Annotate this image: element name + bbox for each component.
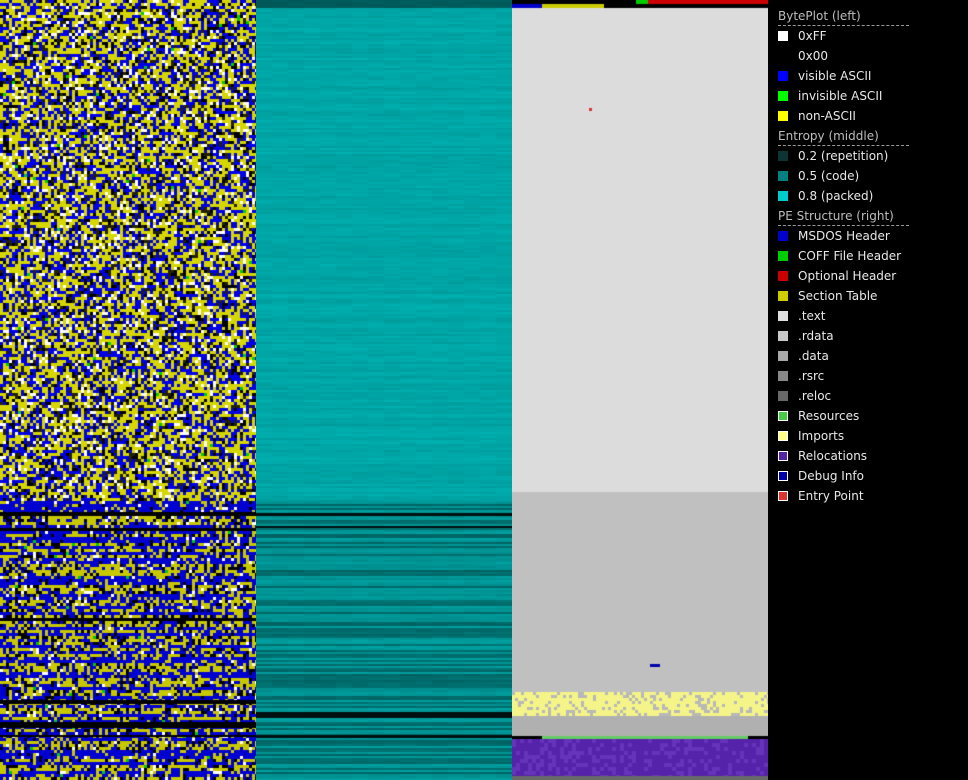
- legend-item: .data: [778, 346, 958, 366]
- legend-item-label: .reloc: [798, 389, 832, 403]
- legend-swatch: [778, 411, 788, 421]
- legend-item: non-ASCII: [778, 106, 958, 126]
- legend-item: .rdata: [778, 326, 958, 346]
- legend-item: 0.5 (code): [778, 166, 958, 186]
- entropy-panel: [256, 0, 512, 780]
- legend-item-label: Imports: [798, 429, 845, 443]
- legend-swatch: [778, 431, 788, 441]
- legend-item: 0x00: [778, 46, 958, 66]
- legend-item: MSDOS Header: [778, 226, 958, 246]
- legend-item-label: Entry Point: [798, 489, 864, 503]
- legend-section-title: BytePlot (left): [778, 6, 909, 26]
- legend-item-label: .data: [798, 349, 829, 363]
- legend-item: Section Table: [778, 286, 958, 306]
- legend-item-label: Optional Header: [798, 269, 897, 283]
- legend-item-label: Debug Info: [798, 469, 864, 483]
- pe-structure-canvas: [512, 0, 768, 780]
- legend-swatch: [778, 111, 788, 121]
- legend-item-label: 0.2 (repetition): [798, 149, 889, 163]
- byteplot-canvas: [0, 0, 256, 780]
- legend-item-label: invisible ASCII: [798, 89, 883, 103]
- legend-swatch: [778, 171, 788, 181]
- legend-item-label: 0.8 (packed): [798, 189, 874, 203]
- legend-swatch: [778, 191, 788, 201]
- legend-item-label: COFF File Header: [798, 249, 902, 263]
- legend-swatch: [778, 291, 788, 301]
- legend-item-label: .rdata: [798, 329, 834, 343]
- legend-item: Entry Point: [778, 486, 958, 506]
- legend-swatch: [778, 371, 788, 381]
- legend-item: 0xFF: [778, 26, 958, 46]
- byteplot-panel: [0, 0, 256, 780]
- legend-section-title: PE Structure (right): [778, 206, 909, 226]
- legend-item-label: 0x00: [798, 49, 829, 63]
- legend-item: .reloc: [778, 386, 958, 406]
- legend-item: invisible ASCII: [778, 86, 958, 106]
- legend-swatch: [778, 151, 788, 161]
- legend-item: COFF File Header: [778, 246, 958, 266]
- legend-swatch: [778, 51, 788, 61]
- legend-item: 0.2 (repetition): [778, 146, 958, 166]
- legend-item: Resources: [778, 406, 958, 426]
- legend-swatch: [778, 231, 788, 241]
- entropy-canvas: [256, 0, 512, 780]
- legend-item-label: .text: [798, 309, 826, 323]
- legend-item: Relocations: [778, 446, 958, 466]
- legend-swatch: [778, 331, 788, 341]
- pe-structure-panel: [512, 0, 768, 780]
- legend-swatch: [778, 451, 788, 461]
- legend-item-label: MSDOS Header: [798, 229, 890, 243]
- legend-swatch: [778, 391, 788, 401]
- legend-swatch: [778, 31, 788, 41]
- legend-item-label: .rsrc: [798, 369, 825, 383]
- legend-item-label: visible ASCII: [798, 69, 872, 83]
- legend-item-label: Section Table: [798, 289, 878, 303]
- legend-item: .text: [778, 306, 958, 326]
- legend-item: .rsrc: [778, 366, 958, 386]
- legend-item-label: 0xFF: [798, 29, 827, 43]
- legend-item: Optional Header: [778, 266, 958, 286]
- legend-swatch: [778, 251, 788, 261]
- legend-section-title: Entropy (middle): [778, 126, 909, 146]
- legend-swatch: [778, 271, 788, 281]
- legend-item-label: non-ASCII: [798, 109, 856, 123]
- legend-item-label: Resources: [798, 409, 860, 423]
- legend-item: visible ASCII: [778, 66, 958, 86]
- legend-swatch: [778, 311, 788, 321]
- legend-swatch: [778, 91, 788, 101]
- legend-swatch: [778, 351, 788, 361]
- legend-item: Imports: [778, 426, 958, 446]
- legend-swatch: [778, 491, 788, 501]
- legend-item-label: Relocations: [798, 449, 868, 463]
- legend-swatch: [778, 71, 788, 81]
- legend-item: 0.8 (packed): [778, 186, 958, 206]
- legend-swatch: [778, 471, 788, 481]
- legend-panel: BytePlot (left) 0xFF 0x00 visible ASCII …: [768, 0, 968, 780]
- legend-item-label: 0.5 (code): [798, 169, 860, 183]
- legend-item: Debug Info: [778, 466, 958, 486]
